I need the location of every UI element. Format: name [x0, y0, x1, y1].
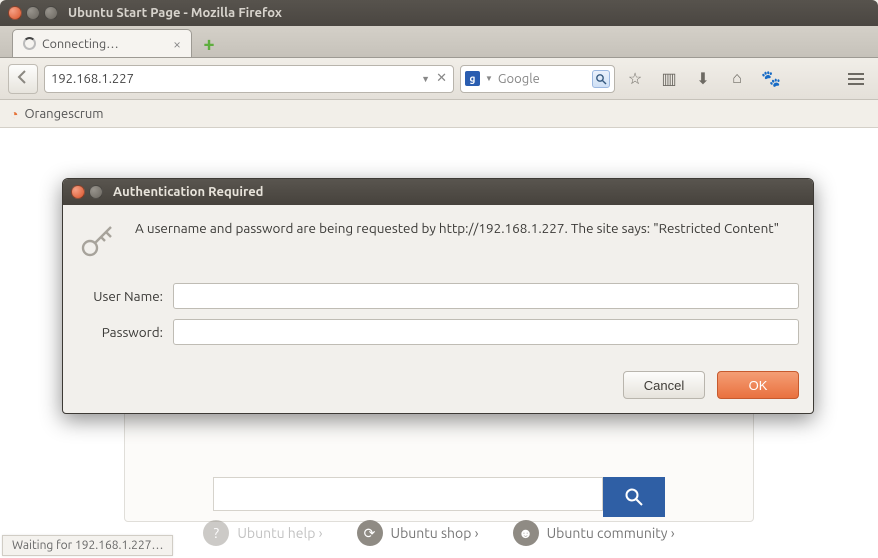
footer-link-help[interactable]: ? Ubuntu help ›: [203, 520, 322, 546]
tab-strip: Connecting… × +: [0, 26, 878, 58]
url-text: 192.168.1.227: [51, 72, 415, 86]
start-page-search-button[interactable]: [603, 477, 665, 517]
dialog-form: User Name: Password:: [63, 283, 813, 363]
download-arrow-icon: ⬇: [696, 69, 709, 88]
search-engine-dropdown-icon[interactable]: ▼: [485, 74, 493, 83]
bookmark-item[interactable]: Orangescrum: [24, 107, 103, 121]
dialog-message: A username and password are being reques…: [135, 219, 779, 267]
dialog-close-icon[interactable]: [71, 185, 85, 199]
cancel-button[interactable]: Cancel: [623, 371, 705, 399]
bookmarks-toolbar: ◔ Orangescrum: [0, 100, 878, 128]
search-engine-icon[interactable]: g: [465, 71, 480, 86]
bookmark-favicon-icon: ◔: [10, 106, 18, 122]
ok-button[interactable]: OK: [717, 371, 799, 399]
url-history-dropdown-icon[interactable]: ▼: [421, 74, 430, 84]
bookmark-star-button[interactable]: ☆: [621, 65, 649, 93]
clipboard-icon: ▥: [661, 69, 676, 88]
auth-dialog: Authentication Required A username and p…: [62, 178, 814, 414]
home-icon: ⌂: [732, 69, 742, 88]
url-clear-icon[interactable]: ✕: [436, 71, 447, 86]
tab-close-icon[interactable]: ×: [173, 36, 181, 52]
loading-spinner-icon: [23, 37, 36, 50]
browser-tab[interactable]: Connecting… ×: [12, 29, 192, 57]
dialog-title: Authentication Required: [113, 185, 263, 199]
username-label: User Name:: [77, 288, 163, 304]
home-button[interactable]: ⌂: [723, 65, 751, 93]
username-input[interactable]: [173, 283, 799, 309]
nav-toolbar: 192.168.1.227 ▼ ✕ g ▼ Google ☆ ▥ ⬇ ⌂ 🐾: [0, 58, 878, 100]
search-placeholder: Google: [498, 72, 587, 86]
start-page-search-input[interactable]: [213, 477, 603, 511]
dialog-titlebar: Authentication Required: [63, 179, 813, 205]
tab-label: Connecting…: [42, 37, 119, 51]
hamburger-icon: [848, 73, 864, 85]
menu-button[interactable]: [842, 65, 870, 93]
password-input[interactable]: [173, 319, 799, 345]
magnifier-icon: [623, 486, 645, 508]
url-bar[interactable]: 192.168.1.227 ▼ ✕: [44, 65, 454, 93]
magnifier-icon: [595, 73, 607, 85]
footer-link-label: Ubuntu shop ›: [391, 525, 479, 541]
bookmarks-list-button[interactable]: ▥: [655, 65, 683, 93]
footer-link-shop[interactable]: ⟳ Ubuntu shop ›: [357, 520, 479, 546]
window-close-icon[interactable]: [8, 6, 22, 20]
downloads-button[interactable]: ⬇: [689, 65, 717, 93]
search-submit-button[interactable]: [592, 70, 610, 88]
paw-icon: 🐾: [761, 69, 781, 88]
plus-icon: +: [203, 32, 214, 55]
addon-button[interactable]: 🐾: [757, 65, 785, 93]
key-icon: [77, 219, 121, 267]
footer-link-label: Ubuntu help ›: [237, 525, 322, 541]
help-icon: ?: [203, 520, 229, 546]
shop-icon: ⟳: [357, 520, 383, 546]
community-icon: ☻: [513, 520, 539, 546]
star-icon: ☆: [628, 69, 642, 88]
footer-link-label: Ubuntu community ›: [547, 525, 675, 541]
arrow-left-icon: [15, 69, 31, 89]
window-maximize-icon[interactable]: [44, 6, 58, 20]
dialog-minimize-icon: [89, 185, 103, 199]
footer-link-community[interactable]: ☻ Ubuntu community ›: [513, 520, 675, 546]
password-label: Password:: [77, 324, 163, 340]
back-button[interactable]: [8, 64, 38, 94]
status-bar: Waiting for 192.168.1.227…: [2, 535, 173, 556]
search-bar[interactable]: g ▼ Google: [460, 65, 615, 93]
window-titlebar: Ubuntu Start Page - Mozilla Firefox: [0, 0, 878, 26]
window-minimize-icon[interactable]: [26, 6, 40, 20]
window-title: Ubuntu Start Page - Mozilla Firefox: [68, 6, 282, 20]
new-tab-button[interactable]: +: [198, 32, 220, 54]
